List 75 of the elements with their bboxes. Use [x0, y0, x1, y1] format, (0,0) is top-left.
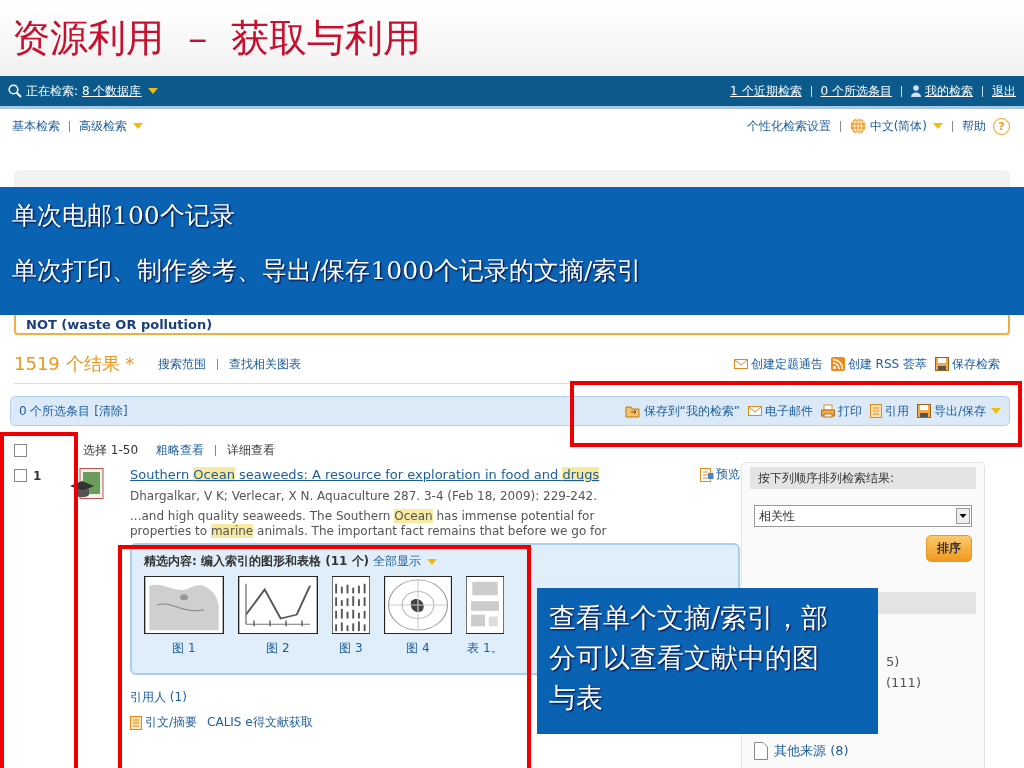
select-range-label: 选择 1-50: [83, 441, 139, 459]
database-link[interactable]: 8 个数据库: [82, 82, 142, 100]
facet-item[interactable]: 其他来源 (8): [774, 742, 849, 760]
figure-thumbnail[interactable]: [238, 576, 318, 634]
figure-caption-link[interactable]: 图 1: [172, 640, 196, 657]
mail-icon: [733, 358, 748, 370]
selection-action[interactable]: 保存到“我的检索”: [624, 402, 740, 420]
nav-link[interactable]: 中文(简体): [869, 117, 927, 135]
cited-by-link[interactable]: 引用人 (1): [130, 690, 187, 704]
view-mode-tab[interactable]: 粗略查看: [156, 441, 205, 459]
featured-heading: 精选内容: 编入索引的图形和表格 (11 个): [144, 553, 369, 570]
caret-icon: [427, 558, 437, 565]
result-abstract: ...and high quality seaweeds. The Southern Ocean has immense potential for properties to marine animals. The important fact remains that before we go for: [130, 509, 608, 539]
figure-thumbnail[interactable]: [384, 576, 452, 634]
search-mode-link[interactable]: 基本检索: [12, 117, 60, 135]
figure-thumbnail[interactable]: [332, 576, 370, 634]
sort-select[interactable]: 相关性: [754, 505, 972, 527]
query-field[interactable]: NOT (waste OR pollution): [14, 315, 1010, 335]
save-icon: [916, 404, 931, 418]
callout-text: 查看单个文摘/索引，部分可以查看文献中的图与表: [549, 601, 830, 715]
top-link[interactable]: 1 个近期检索: [730, 82, 802, 100]
document-icon: [869, 404, 882, 418]
show-all-link[interactable]: 全部显示: [373, 553, 421, 570]
result-citation: Dhargalkar, V K; Verlecar, X N. Aquaculture 287. 3-4 (Feb 18, 2009): 229-242.: [130, 489, 598, 503]
top-link[interactable]: 我的检索: [925, 82, 973, 100]
result-action[interactable]: 创建定题通告: [733, 355, 823, 373]
full-text-link[interactable]: CALIS e得文献获取: [207, 714, 313, 731]
facet-item[interactable]: (111): [886, 675, 921, 690]
folder-icon: [624, 404, 641, 418]
nav-link[interactable]: 个性化检索设置: [746, 117, 831, 135]
mail-icon: [747, 405, 762, 417]
selection-action[interactable]: 导出/保存: [916, 402, 1001, 420]
selected-count: 0 个所选条目 [清除]: [19, 402, 128, 420]
result-action[interactable]: 保存检索: [935, 355, 1000, 373]
user-icon: [911, 85, 921, 97]
sort-button[interactable]: 排序: [926, 535, 972, 562]
result-link[interactable]: 查找相关图表: [229, 355, 302, 373]
document-icon: [130, 715, 142, 730]
searching-label: 正在检索:: [26, 82, 79, 100]
callout-text: 单次打印、制作参考、导出/保存1000个记录的文摘/索引: [12, 255, 644, 287]
selection-action[interactable]: 电子邮件: [747, 402, 813, 420]
figure-caption-link[interactable]: 图 3: [339, 640, 363, 657]
result-link[interactable]: 搜索范围: [158, 355, 207, 373]
top-link[interactable]: 退出: [992, 82, 1016, 100]
view-mode-tab[interactable]: 详细查看: [227, 441, 276, 459]
document-icon: [754, 742, 768, 760]
result-action[interactable]: 创建 RSS 荟萃: [830, 355, 927, 373]
printer-icon: [820, 404, 835, 418]
search-icon: [8, 84, 22, 98]
globe-icon: [849, 118, 866, 134]
figure-caption-link[interactable]: 图 4: [406, 640, 430, 657]
callout-text: 单次电邮100个记录: [12, 200, 236, 232]
result-count: 1519 个结果 *: [14, 352, 135, 376]
preview-link[interactable]: 预览: [700, 466, 740, 483]
sort-heading: 按下列顺序排列检索结果:: [750, 467, 976, 489]
facet-item[interactable]: 5): [886, 654, 900, 669]
slide-title: 资源利用 – 获取与利用: [12, 14, 422, 62]
select-all-checkbox[interactable]: [14, 443, 27, 457]
figure-thumbnail[interactable]: [144, 576, 224, 634]
result-checkbox[interactable]: [14, 469, 27, 482]
nav-link[interactable]: 帮助: [962, 117, 986, 135]
figure-caption-link[interactable]: 表 1。: [467, 640, 503, 657]
figure-caption-link[interactable]: 图 2: [266, 640, 290, 657]
selection-action[interactable]: 打印: [820, 402, 862, 420]
top-link[interactable]: 0 个所选条目: [820, 82, 892, 100]
save-icon: [935, 357, 949, 371]
figure-thumbnail[interactable]: [466, 576, 504, 634]
search-mode-link[interactable]: 高级检索: [79, 117, 127, 135]
selection-action[interactable]: 引用: [869, 402, 909, 420]
caret-icon: [147, 88, 158, 94]
result-number: 1: [33, 469, 42, 483]
rss-icon: [830, 357, 845, 371]
preview-icon: [700, 467, 714, 482]
result-title-link[interactable]: Southern Ocean seaweeds: A resource for exploration in food and drugs: [130, 467, 600, 482]
full-text-link[interactable]: 引文/摘要: [130, 714, 198, 731]
